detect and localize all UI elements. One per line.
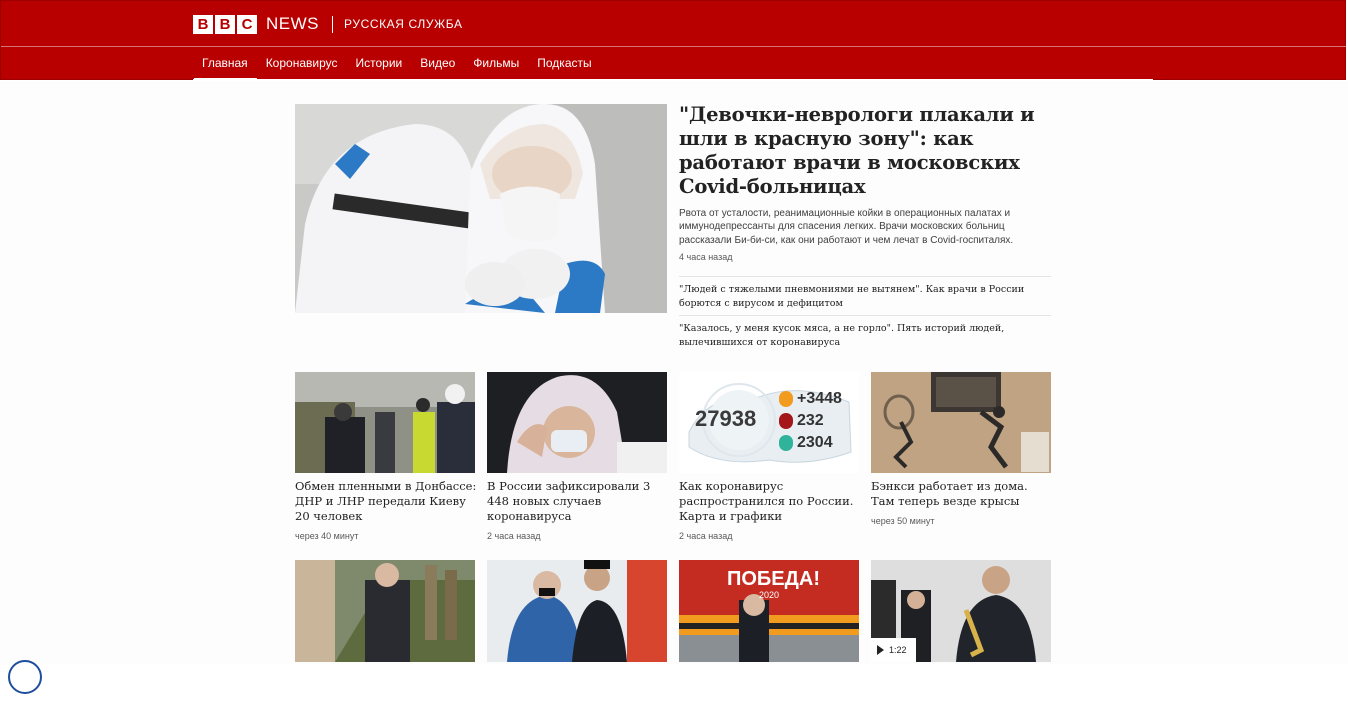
story-timestamp: 2 часа назад bbox=[487, 531, 541, 541]
person-icon bbox=[779, 435, 793, 451]
new-cases-count: +3448 bbox=[797, 390, 842, 407]
lead-story-headline[interactable]: "Девочки-неврологи плакали и шли в красн… bbox=[679, 103, 1049, 199]
person-icon bbox=[779, 413, 793, 429]
new-cases-row: +3448 bbox=[779, 390, 842, 408]
video-duration: 1:22 bbox=[889, 645, 907, 655]
story-timestamp: 2 часа назад bbox=[679, 531, 733, 541]
nav-item-video[interactable]: Видео bbox=[411, 47, 464, 80]
lead-story-summary: Рвота от усталости, реанимационные койки… bbox=[679, 208, 1014, 246]
bbc-logo-letter: C bbox=[237, 14, 257, 34]
brand-divider bbox=[332, 15, 333, 33]
nav-item-films[interactable]: Фильмы bbox=[464, 47, 528, 80]
deaths-count: 232 bbox=[797, 412, 824, 429]
story-image-police-check[interactable] bbox=[487, 560, 667, 662]
main-nav: Главная Коронавирус Истории Видео Фильмы… bbox=[194, 47, 601, 80]
recovered-row: 2304 bbox=[779, 434, 833, 452]
total-cases-count: 27938 bbox=[695, 406, 757, 431]
nav-item-stories[interactable]: Истории bbox=[346, 47, 411, 80]
lead-story-image[interactable] bbox=[295, 104, 667, 313]
story-image-victory-poster[interactable]: ПОБЕДА! 2020 bbox=[679, 560, 859, 662]
video-duration-badge[interactable]: 1:22 bbox=[871, 638, 916, 662]
site-header: B B C NEWS РУССКАЯ СЛУЖБА Главная Корона… bbox=[0, 0, 1347, 80]
poster-word: ПОБЕДА! bbox=[727, 568, 820, 590]
story-image-banksy[interactable] bbox=[871, 372, 1051, 473]
story-headline[interactable]: Бэнкси работает из дома. Там теперь везд… bbox=[871, 479, 1053, 509]
story-image-prisoner-exchange[interactable] bbox=[295, 372, 475, 473]
story-headline[interactable]: Обмен пленными в Донбассе: ДНР и ЛНР пер… bbox=[295, 479, 477, 524]
play-icon bbox=[877, 645, 884, 655]
lead-story-timestamp: 4 часа назад bbox=[679, 252, 733, 262]
nav-item-home[interactable]: Главная bbox=[194, 47, 257, 80]
deaths-row: 232 bbox=[779, 412, 824, 430]
story-headline[interactable]: Как коронавирус распространился по Росси… bbox=[679, 479, 861, 524]
service-name: РУССКАЯ СЛУЖБА bbox=[344, 17, 463, 31]
nav-item-coronavirus[interactable]: Коронавирус bbox=[257, 47, 347, 80]
story-headline[interactable]: В России зафиксировали 3 448 новых случа… bbox=[487, 479, 669, 524]
scroll-top-icon[interactable] bbox=[8, 660, 42, 694]
news-wordmark: NEWS bbox=[266, 14, 319, 33]
story-image-new-cases[interactable] bbox=[487, 372, 667, 473]
site-branding[interactable]: B B C NEWS РУССКАЯ СЛУЖБА bbox=[193, 13, 463, 35]
nav-item-podcasts[interactable]: Подкасты bbox=[528, 47, 600, 80]
story-image-russia-map-stats[interactable]: 27938 +3448 232 2304 bbox=[679, 372, 859, 473]
bbc-logo-letter: B bbox=[193, 14, 213, 34]
poster-year: 2020 bbox=[759, 590, 780, 600]
story-timestamp: через 50 минут bbox=[871, 516, 935, 526]
bbc-logo[interactable]: B B C bbox=[193, 14, 257, 34]
related-story-link[interactable]: "Людей с тяжелыми пневмониями не вытянем… bbox=[679, 276, 1051, 310]
main-content bbox=[0, 81, 1348, 664]
story-image-veteran[interactable] bbox=[295, 560, 475, 662]
bbc-logo-letter: B bbox=[215, 14, 235, 34]
person-icon bbox=[779, 391, 793, 407]
related-story-link[interactable]: "Казалось, у меня кусок мяса, а не горло… bbox=[679, 315, 1051, 349]
recovered-count: 2304 bbox=[797, 434, 833, 451]
story-timestamp: через 40 минут bbox=[295, 531, 359, 541]
